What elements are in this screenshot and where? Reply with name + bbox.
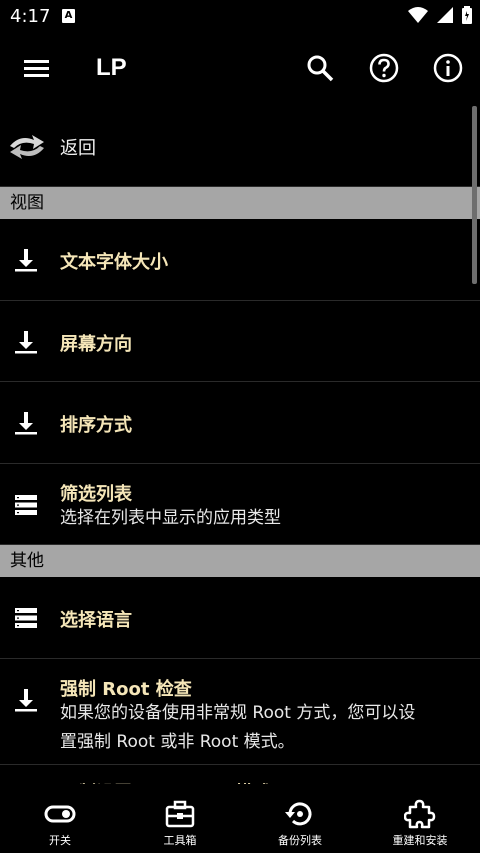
scrollbar[interactable] — [472, 106, 477, 284]
menu-icon[interactable] — [22, 54, 52, 84]
filter-description: 选择在列表中显示的应用类型 — [60, 508, 281, 528]
orientation-row[interactable]: 屏幕方向 — [0, 301, 480, 382]
toggle-icon — [44, 805, 76, 823]
nav-switch[interactable]: 开关 — [0, 784, 120, 853]
nav-switch-label: 开关 — [49, 834, 71, 847]
app-bar: LP — [0, 32, 480, 106]
bottom-nav: 开关 工具箱 备份列表 重建和安装 — [0, 784, 480, 853]
force-root-description: 如果您的设备使用非常规 Root 方式，您可以设置强制 Root 或非 Root… — [60, 703, 416, 752]
download-icon — [15, 412, 37, 435]
restore-icon — [285, 802, 312, 826]
language-row[interactable]: 选择语言 — [0, 577, 480, 659]
nav-rebuild[interactable]: 重建和安装 — [360, 784, 480, 853]
wifi-icon — [408, 7, 428, 23]
back-label: 返回 — [60, 138, 96, 159]
download-icon — [15, 689, 37, 712]
sort-row[interactable]: 排序方式 — [0, 382, 480, 464]
status-icons — [408, 6, 472, 24]
download-icon — [15, 331, 37, 354]
filter-row[interactable]: 筛选列表 选择在列表中显示的应用类型 — [0, 464, 480, 545]
puzzle-icon — [404, 799, 436, 829]
app-title: LP — [96, 54, 127, 81]
info-icon[interactable] — [432, 52, 464, 84]
nav-toolbox[interactable]: 工具箱 — [120, 784, 240, 853]
nav-backup-label: 备份列表 — [278, 834, 322, 847]
notification-icon: A — [62, 9, 75, 23]
status-time: 4:17 — [10, 6, 51, 27]
search-icon[interactable] — [304, 52, 336, 84]
language-label: 选择语言 — [60, 610, 132, 631]
section-header-view: 视图 — [0, 187, 480, 219]
list-icon — [15, 495, 37, 515]
list-icon — [15, 608, 37, 628]
toolbox-icon — [165, 800, 195, 828]
force-root-label: 强制 Root 检查 — [60, 679, 192, 700]
battery-icon — [462, 6, 472, 24]
back-row[interactable]: 返回 — [0, 106, 480, 187]
nav-toolbox-label: 工具箱 — [163, 834, 197, 847]
nav-backup[interactable]: 备份列表 — [240, 784, 360, 853]
force-root-row[interactable]: 强制 Root 检查 如果您的设备使用非常规 Root 方式，您可以设置强制 R… — [0, 659, 480, 765]
section-header-other: 其他 — [0, 545, 480, 577]
orientation-label: 屏幕方向 — [60, 334, 132, 355]
sort-label: 排序方式 — [60, 415, 132, 436]
filter-label: 筛选列表 — [60, 484, 132, 505]
text-size-label: 文本字体大小 — [60, 252, 168, 273]
help-icon[interactable] — [368, 52, 400, 84]
text-size-row[interactable]: 文本字体大小 — [0, 219, 480, 301]
settings-list: 返回 视图 文本字体大小 屏幕方向 排序方式 筛选列表 选择在列表中显示的应用类… — [0, 106, 480, 794]
signal-icon — [437, 7, 453, 23]
back-icon — [10, 135, 44, 159]
download-icon — [15, 249, 37, 272]
nav-rebuild-label: 重建和安装 — [392, 834, 448, 847]
status-bar: 4:17 A — [0, 0, 480, 32]
